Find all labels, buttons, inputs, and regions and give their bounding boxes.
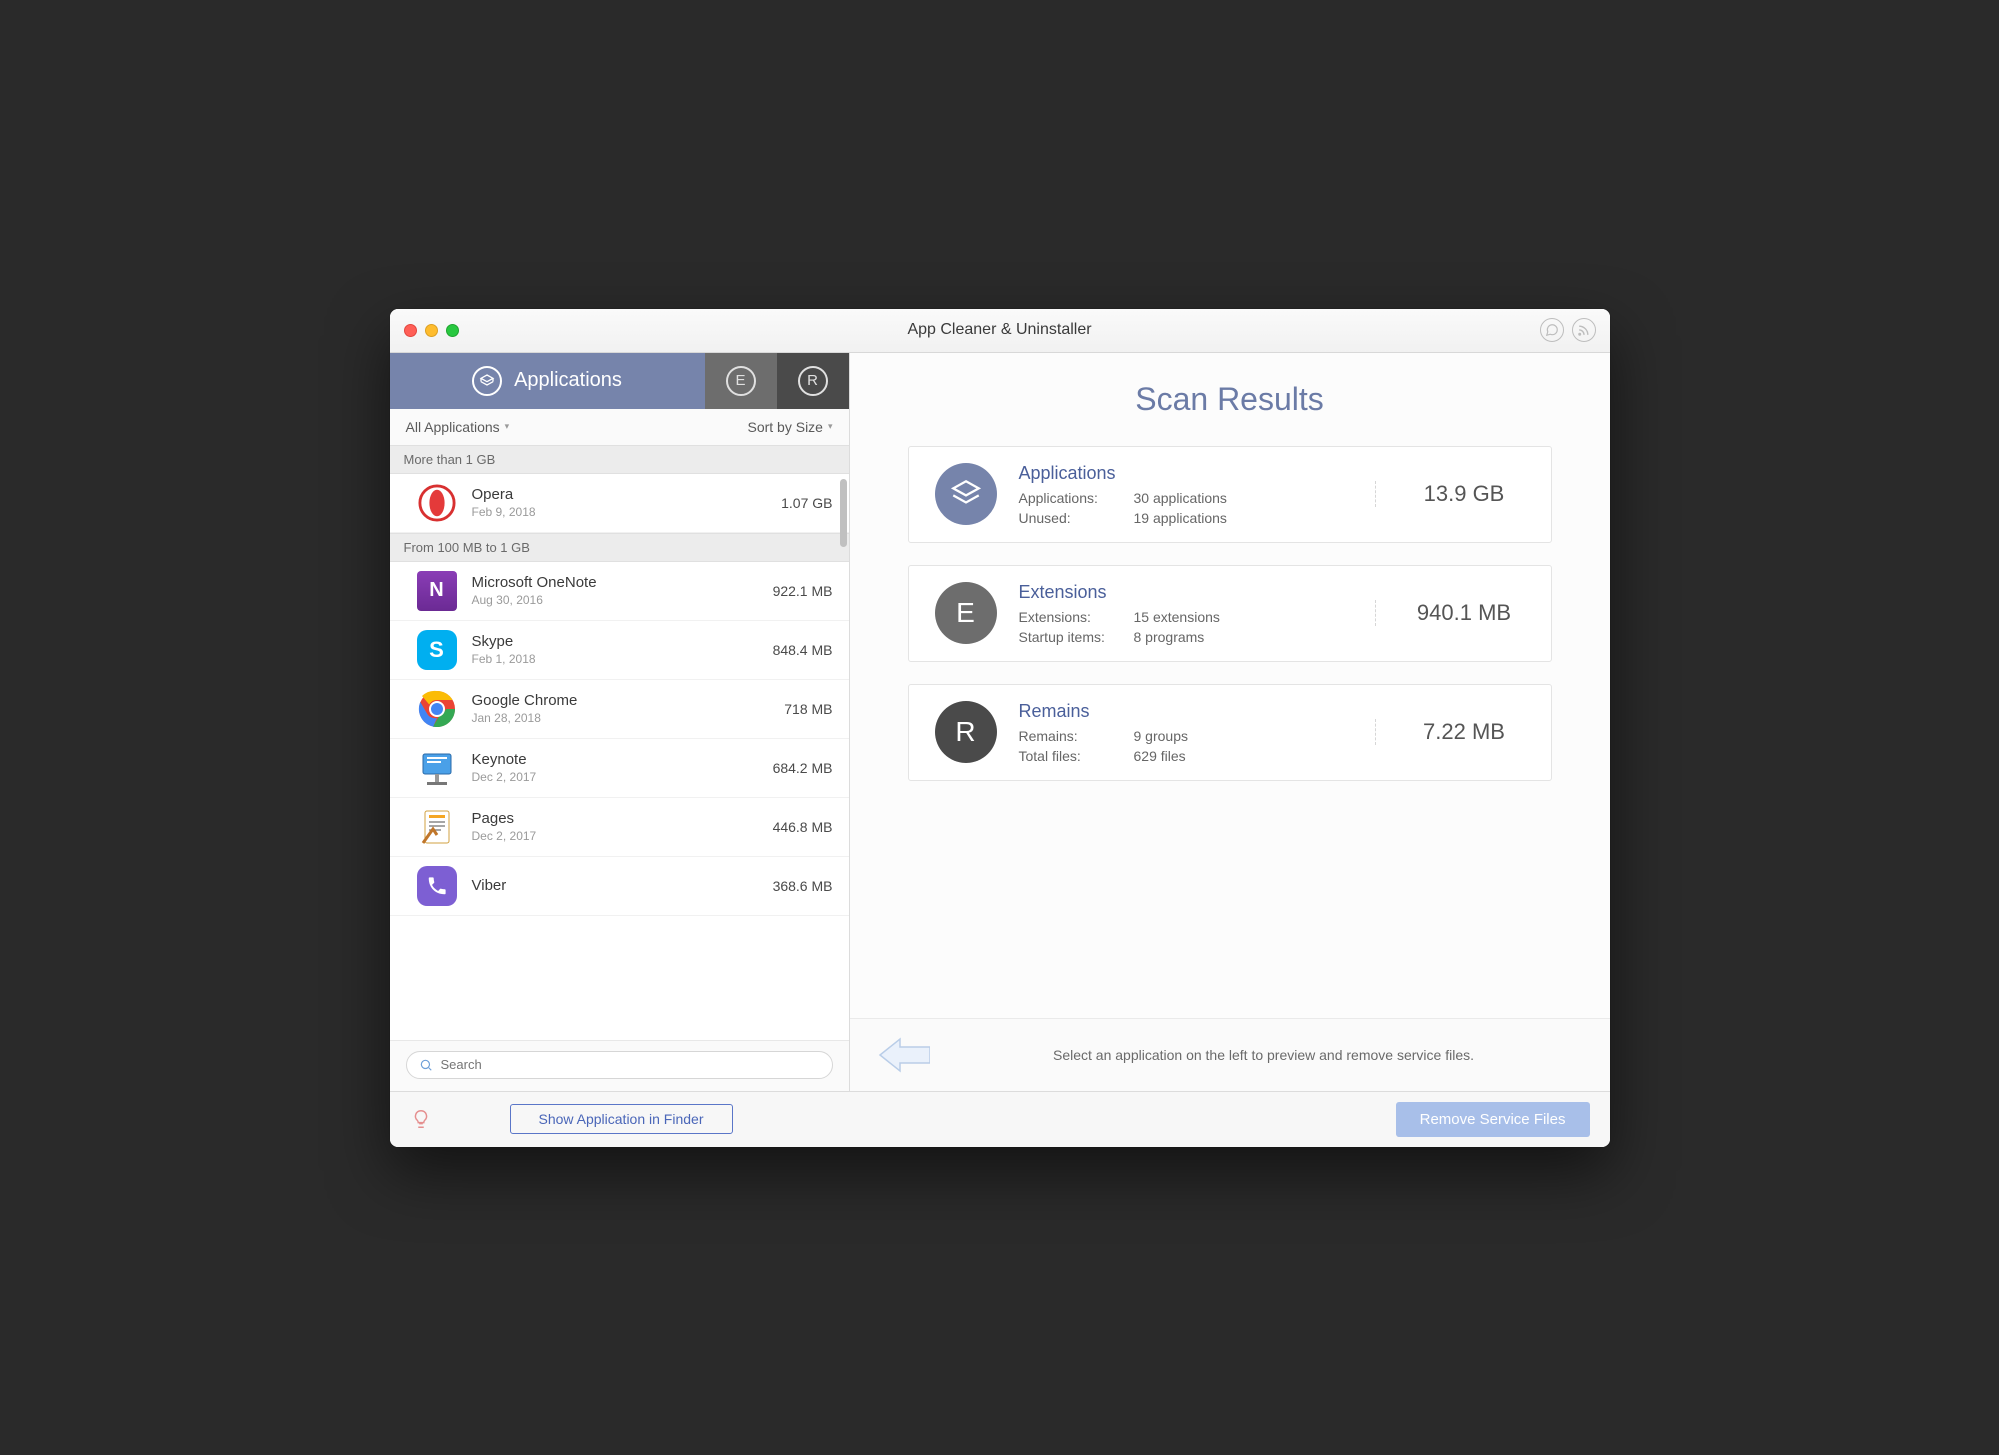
card-size: 940.1 MB (1375, 600, 1525, 626)
remains-icon: R (798, 366, 828, 396)
left-panel: Applications E R All Applications ▾ Sort… (390, 353, 850, 1091)
tab-applications-label: Applications (514, 369, 622, 392)
card-stat-value: 629 files (1134, 748, 1353, 764)
app-date: Feb 9, 2018 (472, 505, 768, 519)
app-date: Dec 2, 2017 (472, 829, 759, 843)
app-size: 718 MB (784, 701, 832, 717)
app-name: Google Chrome (472, 692, 771, 709)
card-size: 13.9 GB (1375, 481, 1525, 507)
filter-all-label: All Applications (406, 419, 500, 435)
tab-remains[interactable]: R (777, 353, 849, 409)
app-size: 368.6 MB (773, 878, 833, 894)
app-name: Keynote (472, 751, 759, 768)
onenote-icon: N (416, 570, 458, 612)
app-size: 848.4 MB (773, 642, 833, 658)
search-field-wrapper[interactable] (406, 1051, 833, 1079)
applications-card-icon (935, 463, 997, 525)
sort-label: Sort by Size (747, 419, 822, 435)
card-stat-value: 8 programs (1134, 629, 1353, 645)
card-title: Remains (1019, 701, 1353, 722)
opera-icon (416, 482, 458, 524)
chevron-down-icon: ▾ (505, 421, 510, 432)
app-date: Jan 28, 2018 (472, 711, 771, 725)
chrome-icon (416, 688, 458, 730)
app-name: Opera (472, 486, 768, 503)
search-icon (419, 1058, 433, 1072)
app-size: 922.1 MB (773, 583, 833, 599)
chevron-down-icon: ▾ (828, 421, 833, 432)
card-extensions[interactable]: E Extensions Extensions: 15 extensions S… (908, 565, 1552, 662)
scrollbar-thumb[interactable] (840, 479, 847, 547)
window-title: App Cleaner & Uninstaller (390, 321, 1610, 339)
extensions-card-icon: E (935, 582, 997, 644)
group-header: From 100 MB to 1 GB (390, 533, 849, 562)
filter-bar: All Applications ▾ Sort by Size ▾ (390, 409, 849, 445)
footer: Show Application in Finder Remove Servic… (390, 1091, 1610, 1147)
lightbulb-icon[interactable] (410, 1108, 432, 1130)
viber-icon (416, 865, 458, 907)
keynote-icon (416, 747, 458, 789)
category-tabs: Applications E R (390, 353, 849, 409)
arrow-left-icon (878, 1037, 930, 1073)
card-stat-label: Remains: (1019, 728, 1134, 744)
app-list[interactable]: More than 1 GB Opera Feb 9, 2018 1.07 GB F… (390, 445, 849, 916)
card-stat-label: Unused: (1019, 510, 1134, 526)
app-row[interactable]: Pages Dec 2, 2017 446.8 MB (390, 798, 849, 857)
card-remains[interactable]: R Remains Remains: 9 groups Total files:… (908, 684, 1552, 781)
card-applications[interactable]: Applications Applications: 30 applicatio… (908, 446, 1552, 543)
card-stat-value: 9 groups (1134, 728, 1353, 744)
titlebar: App Cleaner & Uninstaller (390, 309, 1610, 353)
app-date: Feb 1, 2018 (472, 652, 759, 666)
app-date: Aug 30, 2016 (472, 593, 759, 607)
remains-card-icon: R (935, 701, 997, 763)
app-row[interactable]: N Microsoft OneNote Aug 30, 2016 922.1 MB (390, 562, 849, 621)
card-stat-label: Startup items: (1019, 629, 1134, 645)
card-stat-label: Applications: (1019, 490, 1134, 506)
app-row[interactable]: Keynote Dec 2, 2017 684.2 MB (390, 739, 849, 798)
search-bar (390, 1040, 849, 1091)
app-size: 446.8 MB (773, 819, 833, 835)
applications-icon (472, 366, 502, 396)
app-name: Skype (472, 633, 759, 650)
app-window: App Cleaner & Uninstaller Applications (390, 309, 1610, 1147)
tab-extensions[interactable]: E (705, 353, 777, 409)
app-row[interactable]: Google Chrome Jan 28, 2018 718 MB (390, 680, 849, 739)
remove-service-files-button[interactable]: Remove Service Files (1396, 1102, 1590, 1137)
search-input[interactable] (441, 1057, 820, 1072)
app-row[interactable]: Opera Feb 9, 2018 1.07 GB (390, 474, 849, 533)
card-stat-label: Extensions: (1019, 609, 1134, 625)
tab-applications[interactable]: Applications (390, 353, 705, 409)
hint-text: Select an application on the left to pre… (946, 1047, 1582, 1063)
app-date: Dec 2, 2017 (472, 770, 759, 784)
group-header: More than 1 GB (390, 445, 849, 474)
card-title: Extensions (1019, 582, 1353, 603)
app-size: 684.2 MB (773, 760, 833, 776)
app-row[interactable]: S Skype Feb 1, 2018 848.4 MB (390, 621, 849, 680)
card-title: Applications (1019, 463, 1353, 484)
extensions-icon: E (726, 366, 756, 396)
hint-area: Select an application on the left to pre… (850, 1018, 1610, 1091)
card-stat-value: 30 applications (1134, 490, 1353, 506)
filter-all-dropdown[interactable]: All Applications ▾ (406, 419, 510, 435)
app-name: Viber (472, 877, 759, 894)
app-name: Pages (472, 810, 759, 827)
skype-icon: S (416, 629, 458, 671)
card-stat-label: Total files: (1019, 748, 1134, 764)
sort-dropdown[interactable]: Sort by Size ▾ (747, 419, 832, 435)
pages-icon (416, 806, 458, 848)
card-stat-value: 19 applications (1134, 510, 1353, 526)
app-size: 1.07 GB (781, 495, 832, 511)
card-size: 7.22 MB (1375, 719, 1525, 745)
app-name: Microsoft OneNote (472, 574, 759, 591)
app-row[interactable]: Viber 368.6 MB (390, 857, 849, 916)
show-in-finder-button[interactable]: Show Application in Finder (510, 1104, 733, 1134)
scan-results-title: Scan Results (908, 381, 1552, 418)
card-stat-value: 15 extensions (1134, 609, 1353, 625)
right-panel: Scan Results Applications Applications: … (850, 353, 1610, 1091)
